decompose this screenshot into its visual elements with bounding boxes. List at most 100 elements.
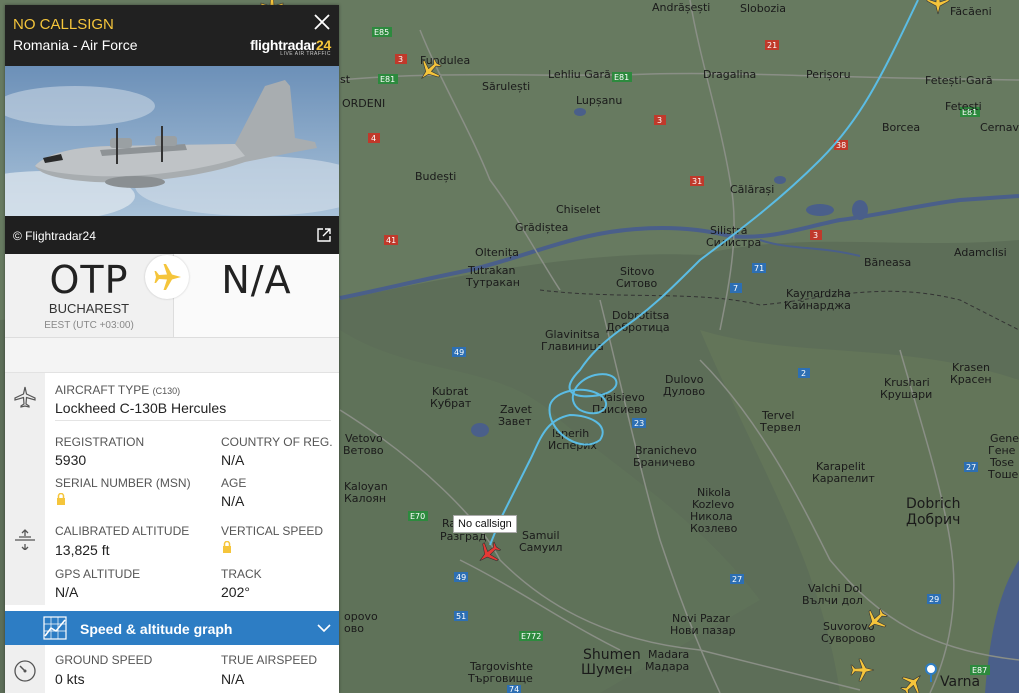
map-label: Карапелит bbox=[812, 472, 875, 485]
svg-text:74: 74 bbox=[509, 685, 519, 693]
svg-text:29: 29 bbox=[929, 595, 939, 604]
route-plane-badge bbox=[145, 255, 189, 299]
destination-airport: N/A bbox=[174, 254, 339, 337]
map-label: Adamclisi bbox=[954, 246, 1007, 259]
lock-icon bbox=[223, 541, 231, 553]
map-label: Slobozia bbox=[740, 2, 786, 15]
map-label: Ситово bbox=[616, 277, 657, 290]
map-label: Дулово bbox=[663, 385, 705, 398]
speed-section: GROUND SPEED 0 kts TRUE AIRSPEED N/A bbox=[5, 645, 339, 693]
ground-speed-value: 0 kts bbox=[55, 671, 85, 687]
map-label: Красен bbox=[950, 373, 992, 386]
map-label: Borcea bbox=[882, 121, 920, 134]
map-label: Cernavo bbox=[980, 121, 1019, 134]
map-label: Силистра bbox=[706, 236, 761, 249]
true-airspeed-value: N/A bbox=[221, 671, 245, 687]
map-label: Тоше bbox=[987, 468, 1019, 481]
close-icon[interactable] bbox=[313, 13, 331, 31]
map-label: Мадара bbox=[645, 660, 689, 673]
divider bbox=[55, 420, 331, 421]
map-label: Добрич bbox=[906, 512, 960, 528]
age-value: N/A bbox=[221, 493, 245, 509]
map-label: Кубрат bbox=[430, 397, 472, 410]
svg-text:27: 27 bbox=[732, 575, 742, 584]
airplane-icon bbox=[14, 386, 36, 408]
svg-text:51: 51 bbox=[456, 612, 466, 621]
msn-label: SERIAL NUMBER (MSN) bbox=[55, 476, 191, 490]
map-label: Dobrich bbox=[906, 496, 960, 512]
destination-iata: N/A bbox=[221, 258, 292, 302]
registration-value: 5930 bbox=[55, 452, 87, 468]
panel-spacer bbox=[5, 338, 339, 373]
calibrated-altitude-label: CALIBRATED ALTITUDE bbox=[55, 524, 190, 538]
map-label: Shumen bbox=[583, 647, 641, 663]
map-label: ово bbox=[344, 622, 364, 635]
graph-label: Speed & altitude graph bbox=[80, 621, 233, 637]
flight-info-panel: NO CALLSIGN Romania - Air Force flightra… bbox=[5, 5, 339, 693]
svg-text:E85: E85 bbox=[374, 28, 389, 37]
ground-speed-label: GROUND SPEED bbox=[55, 653, 153, 667]
altitude-icon bbox=[15, 529, 35, 550]
aircraft-type-value: Lockheed C-130B Hercules bbox=[55, 400, 227, 416]
map-label: Fetești-Gară bbox=[925, 74, 993, 87]
map-label: Lupșanu bbox=[576, 94, 622, 107]
svg-text:41: 41 bbox=[386, 236, 396, 245]
map-label: Кайнарджа bbox=[784, 299, 851, 312]
map-label: Dragalina bbox=[703, 68, 756, 81]
svg-text:3: 3 bbox=[398, 55, 403, 64]
true-airspeed-label: TRUE AIRSPEED bbox=[221, 653, 318, 667]
aircraft-tooltip: No callsign bbox=[453, 515, 517, 533]
speedometer-icon bbox=[14, 660, 36, 682]
map-label: Lehliu Gară bbox=[548, 68, 611, 81]
registration-label: REGISTRATION bbox=[55, 435, 145, 449]
graph-icon bbox=[43, 616, 67, 640]
map-label: Grădiștea bbox=[515, 221, 568, 234]
gps-altitude-value: N/A bbox=[55, 584, 79, 600]
map-label: Козлево bbox=[690, 522, 738, 535]
map-label: Fetești bbox=[945, 100, 982, 113]
callsign: NO CALLSIGN bbox=[13, 16, 114, 33]
svg-text:E772: E772 bbox=[521, 632, 541, 641]
details-section: AIRCRAFT TYPE (C130) Lockheed C-130B Her… bbox=[5, 373, 339, 605]
map-label: Нови пазар bbox=[670, 624, 736, 637]
map-label: Крушари bbox=[880, 388, 932, 401]
map-label: Făcăeni bbox=[950, 5, 992, 18]
external-link-icon[interactable] bbox=[317, 228, 331, 242]
country-label: COUNTRY OF REG. bbox=[221, 435, 333, 449]
map-label: Браничево bbox=[633, 456, 695, 469]
map-label: Завет bbox=[498, 415, 532, 428]
svg-text:49: 49 bbox=[456, 573, 466, 582]
origin-timezone: EEST (UTC +03:00) bbox=[44, 320, 134, 331]
map-label: Шумен bbox=[581, 662, 633, 678]
operator-name: Romania - Air Force bbox=[13, 37, 138, 53]
age-label: AGE bbox=[221, 476, 247, 490]
country-value: N/A bbox=[221, 452, 245, 468]
calibrated-altitude-value: 13,825 ft bbox=[55, 542, 110, 558]
map-label: Andrășești bbox=[652, 1, 710, 14]
map-label: ORDENI bbox=[342, 97, 385, 110]
svg-text:E81: E81 bbox=[614, 73, 629, 82]
svg-text:23: 23 bbox=[634, 419, 644, 428]
brand-logo: flightradar24 LIVE AIR TRAFFIC bbox=[250, 37, 331, 57]
map-label: Sărulești bbox=[482, 80, 530, 93]
map-label: Călărași bbox=[730, 183, 774, 196]
aircraft-photo[interactable] bbox=[5, 66, 339, 216]
map-label: Ветово bbox=[343, 444, 384, 457]
speed-altitude-graph-toggle[interactable]: Speed & altitude graph bbox=[5, 611, 339, 645]
map-label: Търговище bbox=[467, 672, 533, 685]
svg-text:27: 27 bbox=[966, 463, 976, 472]
map-label: Самуил bbox=[519, 541, 562, 554]
vertical-speed-label: VERTICAL SPEED bbox=[221, 524, 324, 538]
map-label: Вълчи дол bbox=[802, 594, 863, 607]
svg-text:21: 21 bbox=[767, 41, 777, 50]
map-label: Băneasa bbox=[864, 256, 911, 269]
map-label: Паисиево bbox=[592, 403, 648, 416]
map-label: Perișoru bbox=[806, 68, 851, 81]
lock-icon bbox=[57, 493, 65, 505]
svg-text:71: 71 bbox=[754, 264, 764, 273]
svg-text:4: 4 bbox=[371, 134, 376, 143]
svg-text:7: 7 bbox=[733, 284, 738, 293]
map-label: Тервел bbox=[759, 421, 801, 434]
map-label: Budești bbox=[415, 170, 456, 183]
svg-text:3: 3 bbox=[813, 231, 818, 240]
